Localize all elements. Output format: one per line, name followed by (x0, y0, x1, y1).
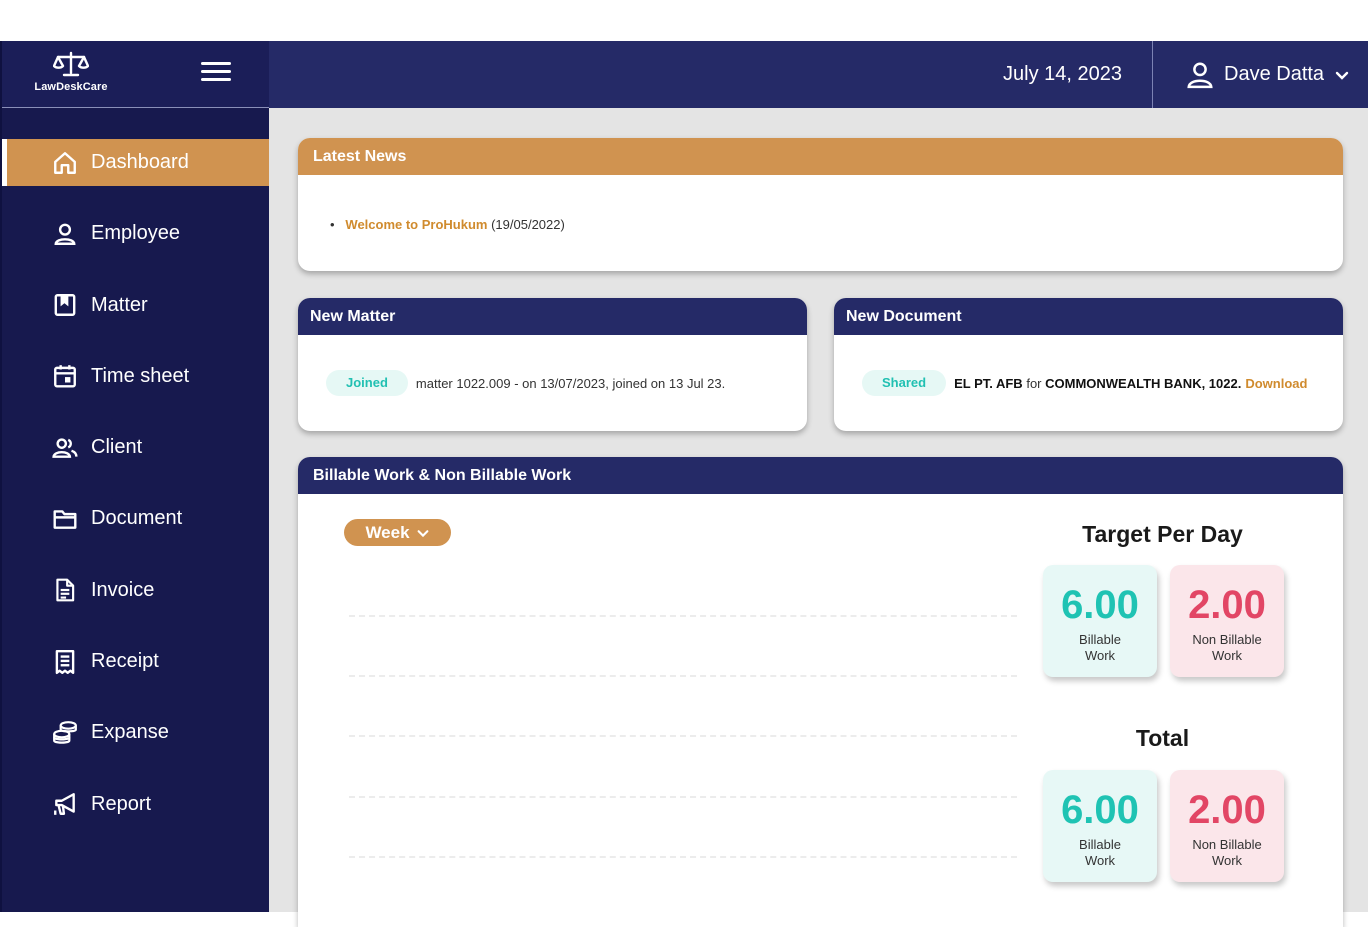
card-title: Billable Work & Non Billable Work (298, 457, 1343, 494)
user-menu-button[interactable]: Dave Datta (1185, 41, 1359, 108)
document-for: for (1026, 375, 1042, 391)
chart-gridline (349, 856, 1017, 858)
divider (1152, 41, 1153, 108)
sidebar-item-expanse[interactable]: Expanse (2, 709, 269, 756)
sidebar-item-receipt[interactable]: Receipt (2, 638, 269, 685)
target-billable-tile: 6.00 Billable Work (1043, 565, 1157, 677)
sidebar-item-label: Client (91, 436, 143, 459)
stat-value: 6.00 (1061, 583, 1139, 627)
stat-label: Billable Work (1079, 632, 1121, 663)
sidebar-item-label: Dashboard (91, 151, 189, 173)
matter-text: matter 1022.009 - on 13/07/2023, joined … (415, 375, 726, 391)
chevron-down-icon (417, 529, 428, 537)
users-icon (51, 434, 79, 462)
coins-icon (51, 719, 79, 747)
folder-icon (51, 505, 79, 533)
stat-label: Billable Work (1079, 837, 1121, 868)
home-icon (51, 149, 79, 177)
stat-label: Non Billable Work (1192, 837, 1262, 868)
card-title: New Matter (298, 298, 807, 335)
sidebar-item-label: Receipt (91, 650, 159, 673)
news-link[interactable]: Welcome to ProHukum (345, 217, 487, 232)
document-name: EL PT. AFB (954, 375, 1023, 391)
latest-news-card: Latest News • Welcome to ProHukum (19/05… (298, 138, 1343, 271)
new-matter-card: New Matter Joined matter 1022.009 - on 1… (298, 298, 807, 431)
new-document-card: New Document Shared EL PT. AFB for COMMO… (834, 298, 1343, 431)
chart-gridline (349, 796, 1017, 798)
sidebar-item-report[interactable]: Report (2, 781, 269, 828)
sidebar-item-timesheet[interactable]: Time sheet (2, 353, 269, 400)
brand-header: LawDeskCare (2, 41, 269, 108)
chart-gridline (349, 615, 1017, 617)
card-title: Latest News (298, 138, 1343, 175)
status-badge: Shared (862, 370, 947, 396)
status-badge: Joined (326, 370, 408, 396)
menu-toggle-button[interactable] (201, 62, 231, 86)
brand-name: LawDeskCare (34, 81, 108, 93)
stat-label: Non Billable Work (1192, 632, 1262, 663)
sidebar-item-label: Invoice (91, 578, 155, 601)
calendar-icon (51, 362, 79, 390)
current-date: July 14, 2023 (1003, 63, 1122, 85)
bookmark-icon (51, 291, 79, 319)
sidebar-nav: Dashboard Employee Matter Time sheet Cli… (2, 139, 269, 852)
news-item: • Welcome to ProHukum (19/05/2022) (330, 217, 565, 232)
target-non-billable-tile: 2.00 Non Billable Work (1170, 565, 1284, 677)
sidebar-item-label: Document (91, 507, 183, 530)
period-label: Week (365, 522, 410, 542)
card-title: New Document (834, 298, 1343, 335)
app-frame: LawDeskCare Dashboard Employee Matter Ti… (0, 41, 1368, 927)
total-non-billable-tile: 2.00 Non Billable Work (1170, 770, 1284, 882)
chart-gridline (349, 735, 1017, 737)
stat-value: 2.00 (1188, 788, 1266, 832)
sidebar-item-document[interactable]: Document (2, 495, 269, 542)
billable-work-card: Billable Work & Non Billable Work Week T… (298, 457, 1343, 927)
sidebar-item-label: Report (91, 792, 152, 815)
chart-gridline (349, 675, 1017, 677)
matter-row: Joined matter 1022.009 - on 13/07/2023, … (326, 370, 725, 396)
sidebar-item-label: Employee (91, 222, 180, 245)
sidebar-item-matter[interactable]: Matter (2, 282, 269, 329)
sidebar-item-dashboard[interactable]: Dashboard (2, 139, 269, 186)
document-client: COMMONWEALTH BANK, 1022. (1045, 375, 1242, 391)
total-title: Total (1135, 725, 1190, 751)
bullet: • (330, 217, 335, 232)
file-icon (51, 576, 79, 604)
sidebar-item-label: Expanse (91, 721, 169, 744)
receipt-icon (51, 648, 79, 676)
sidebar-item-employee[interactable]: Employee (2, 210, 269, 257)
news-date: (19/05/2022) (491, 217, 565, 232)
stat-value: 2.00 (1188, 583, 1266, 627)
sidebar-item-invoice[interactable]: Invoice (2, 567, 269, 614)
hamburger-icon (201, 62, 231, 65)
user-icon (1187, 62, 1213, 88)
sidebar-item-label: Time sheet (91, 364, 190, 387)
scales-icon (53, 51, 89, 77)
download-link[interactable]: Download (1245, 376, 1307, 391)
total-billable-tile: 6.00 Billable Work (1043, 770, 1157, 882)
brand-logo[interactable]: LawDeskCare (28, 51, 114, 93)
main-content: Latest News • Welcome to ProHukum (19/05… (269, 108, 1368, 927)
sidebar-item-client[interactable]: Client (2, 424, 269, 471)
document-row: Shared EL PT. AFB for COMMONWEALTH BANK,… (862, 370, 1307, 396)
megaphone-icon (51, 790, 79, 818)
sidebar-item-label: Matter (91, 293, 148, 316)
user-name: Dave Datta (1224, 63, 1325, 85)
sidebar: LawDeskCare Dashboard Employee Matter Ti… (0, 41, 269, 912)
stat-value: 6.00 (1061, 788, 1139, 832)
top-bar: July 14, 2023 Dave Datta (269, 41, 1368, 108)
target-per-day-title: Target Per Day (1082, 521, 1243, 547)
user-icon (51, 220, 79, 248)
chevron-down-icon (1335, 71, 1349, 80)
period-dropdown[interactable]: Week (344, 519, 451, 546)
